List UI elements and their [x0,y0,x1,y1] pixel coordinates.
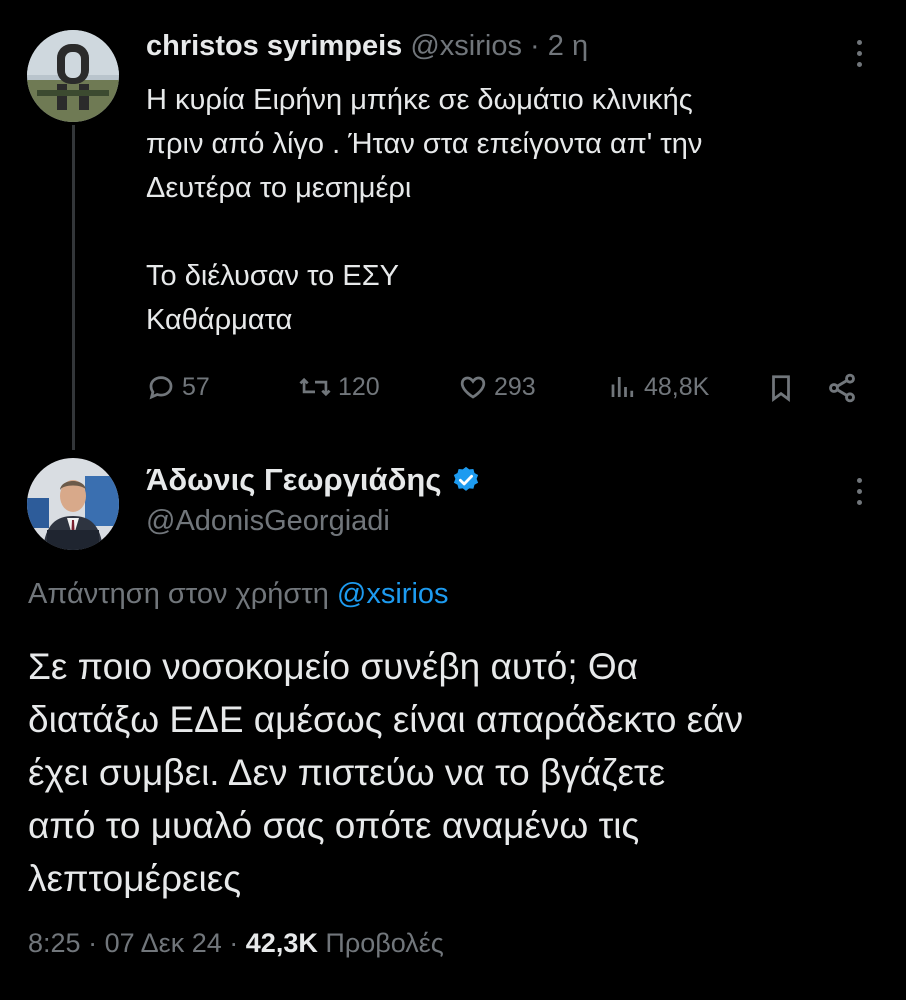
share-icon [829,373,855,403]
tweet-text-line: από το μυαλό σας οπότε αναμένω τις [28,805,640,846]
separator: · [229,928,239,958]
tweet-text-line: Δευτέρα το μεσημέρι [146,172,412,204]
reply-context: Απάντηση στον χρήστη @xsirios [28,578,449,611]
tweet-text-line: έχει συμβει. Δεν πιστεύω να το βγάζετε [28,752,666,793]
views-icon [611,377,634,397]
date[interactable]: 07 Δεκ 24 [105,928,222,958]
tweet-text-line: πριν από λίγο . Ήταν στα επείγοντα απ' τ… [146,128,703,160]
views-label: Προβολές [325,928,444,958]
handle[interactable]: @xsirios [410,30,522,62]
tweet-text-line: Το διέλυσαν το ΕΣΥ [146,260,399,292]
tweet2-display-name[interactable]: Άδωνις Γεωργιάδης [146,462,481,498]
views-button[interactable]: 48,8K [608,372,709,402]
avatar-image [27,458,119,550]
tweet2-meta: 8:25 · 07 Δεκ 24 · 42,3K Προβολές [28,928,444,959]
avatar-christos[interactable] [27,30,119,122]
like-button[interactable]: 293 [458,372,536,402]
tweet-text-line: Η κυρία Ειρήνη μπήκε σε δωμάτιο κλινικής [146,84,693,116]
tweet1-text: Η κυρία Ειρήνη μπήκε σε δωμάτιο κλινικής… [146,78,846,342]
tweet-text-line: Καθάρματα [146,304,293,336]
avatar-adonis[interactable] [27,458,119,550]
tweet2-text: Σε ποιο νοσοκομείο συνέβη αυτό; Θα διατά… [28,640,878,905]
timestamp[interactable]: 2 η [548,30,588,62]
share-button[interactable] [826,372,858,404]
separator: · [530,30,540,62]
reply-button[interactable]: 57 [146,372,210,402]
thread-line [72,125,75,450]
retweet-icon [299,377,331,397]
bookmark-icon [772,375,790,402]
reply-count: 57 [182,372,210,401]
avatar-image [27,30,119,122]
handle[interactable]: @AdonisGeorgiadi [146,505,390,538]
tweet-text-line: λεπτομέρειες [28,858,242,899]
views-count: 42,3K [245,928,318,958]
retweet-count: 120 [338,372,380,401]
display-name[interactable]: christos syrimpeis [146,30,402,62]
separator: · [88,928,98,958]
more-icon[interactable] [854,478,864,505]
more-icon[interactable] [854,40,864,67]
display-name: Άδωνις Γεωργιάδης [146,462,442,497]
tweet1-actions: 57 120 293 48,8K [146,370,866,410]
bookmark-button[interactable] [766,372,796,404]
like-count: 293 [494,372,536,401]
tweet-text-line: Σε ποιο νοσοκομείο συνέβη αυτό; Θα [28,646,639,687]
reply-icon [149,376,173,400]
verified-badge-icon [454,466,479,491]
timestamp[interactable]: 8:25 [28,928,81,958]
reply-mention-link[interactable]: @xsirios [337,578,449,610]
tweet-text-line [146,210,846,254]
like-icon [460,376,486,399]
retweet-button[interactable]: 120 [298,372,380,402]
views-count: 48,8K [644,372,710,401]
reply-prefix: Απάντηση στον χρήστη [28,578,329,610]
tweet-text-line: διατάξω ΕΔΕ αμέσως είναι απαράδεκτο εάν [28,699,744,740]
tweet1-header: christos syrimpeis @xsirios · 2 η [146,30,588,63]
